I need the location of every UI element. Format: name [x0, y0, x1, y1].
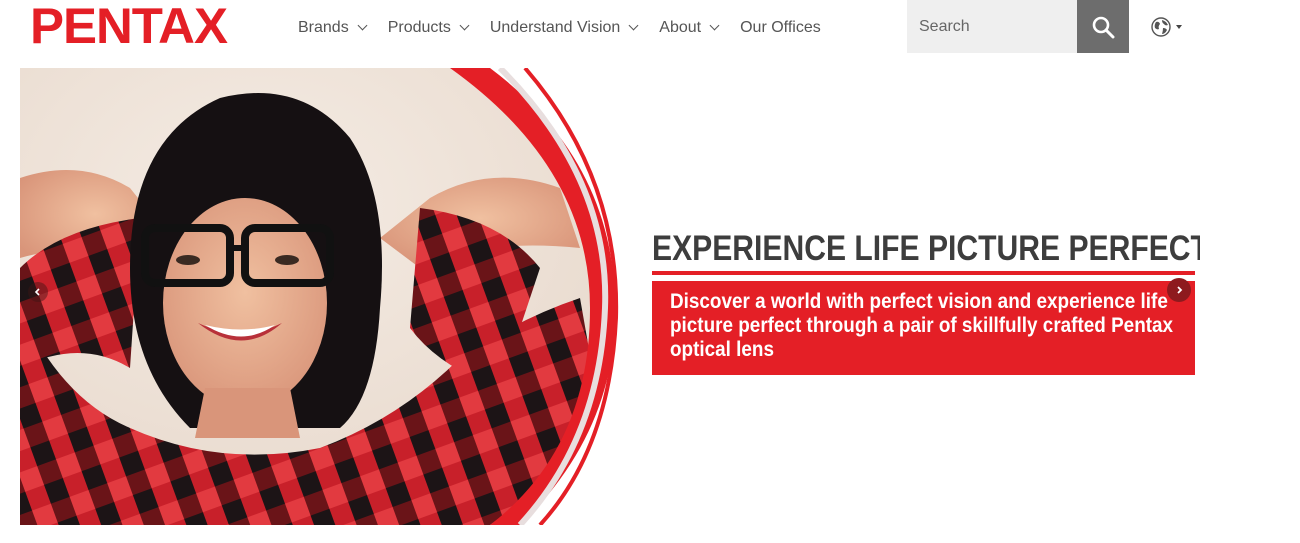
hero-banner: EXPERIENCE LIFE PICTURE PERFECT Discover… [20, 68, 1200, 525]
hero-tagline-box: Discover a world with perfect vision and… [652, 281, 1195, 375]
nav-item-products[interactable]: Products [387, 16, 470, 40]
chevron-down-icon [709, 20, 720, 31]
hero-image [20, 68, 619, 525]
carousel-next-button[interactable] [1167, 278, 1191, 302]
search-input[interactable] [907, 0, 1077, 53]
chevron-down-icon [357, 20, 368, 31]
globe-icon [1151, 17, 1171, 37]
search-button[interactable] [1077, 0, 1129, 53]
hero-headline: EXPERIENCE LIFE PICTURE PERFECT [652, 229, 1200, 268]
pentax-logo[interactable]: PENTAX [30, 0, 228, 52]
nav-item-label: Our Offices [740, 19, 821, 36]
nav-item-label: Brands [298, 19, 349, 36]
carousel-prev-button[interactable] [28, 282, 48, 302]
hero-tagline: Discover a world with perfect vision and… [670, 290, 1174, 361]
nav-item-label: About [659, 19, 702, 36]
chevron-down-icon [459, 20, 470, 31]
caret-down-icon [1176, 25, 1182, 29]
nav-item-our-offices[interactable]: Our Offices [740, 16, 821, 40]
main-nav: Brands Products Understand Vision About … [298, 16, 843, 40]
site-header: PENTAX Brands Products Understand Vision… [0, 0, 1300, 56]
chevron-left-icon [34, 288, 40, 296]
chevron-right-icon [1177, 286, 1183, 294]
search-icon [1092, 16, 1115, 38]
nav-item-label: Products [387, 19, 451, 36]
nav-item-about[interactable]: About [659, 16, 720, 40]
language-selector[interactable] [1151, 17, 1182, 37]
headline-underline [652, 271, 1195, 275]
chevron-down-icon [628, 20, 639, 31]
nav-item-brands[interactable]: Brands [298, 16, 368, 40]
nav-item-label: Understand Vision [489, 19, 621, 36]
nav-item-understand-vision[interactable]: Understand Vision [489, 16, 639, 40]
